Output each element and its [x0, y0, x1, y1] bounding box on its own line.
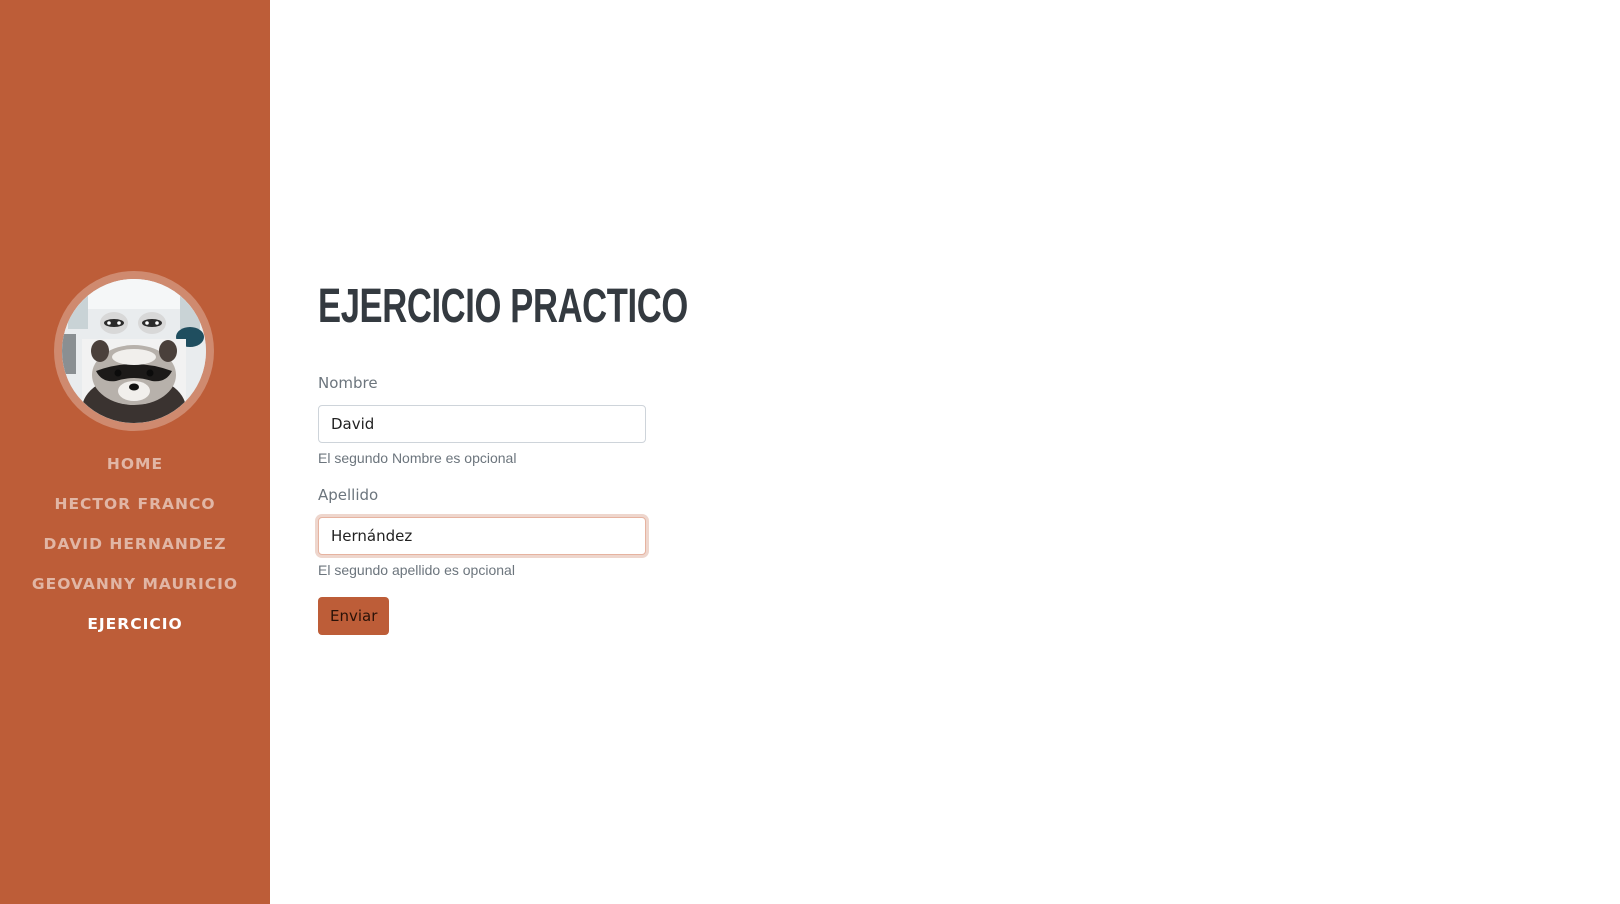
nav-link-david-hernandez[interactable]: DAVID HERNANDEZ: [44, 535, 227, 553]
nombre-label: Nombre: [318, 374, 378, 392]
nav-link-ejercicio[interactable]: EJERCICIO: [87, 615, 182, 633]
main-content: EJERCICIO PRACTICO Nombre El segundo Nom…: [318, 270, 1018, 635]
sidebar-nav: HOME HECTOR FRANCO DAVID HERNANDEZ GEOVA…: [0, 450, 270, 650]
apellido-input[interactable]: [318, 517, 646, 555]
nav-item-david-hernandez[interactable]: DAVID HERNANDEZ: [0, 530, 270, 570]
nombre-input[interactable]: [318, 405, 646, 443]
sidebar: HOME HECTOR FRANCO DAVID HERNANDEZ GEOVA…: [0, 0, 270, 904]
apellido-help-text: El segundo apellido es opcional: [318, 562, 515, 578]
avatar-ring: [54, 271, 214, 431]
nav-link-home[interactable]: HOME: [107, 455, 163, 473]
nav-item-geovanny-mauricio[interactable]: GEOVANNY MAURICIO: [0, 570, 270, 610]
apellido-label: Apellido: [318, 486, 379, 504]
nav-item-hector-franco[interactable]: HECTOR FRANCO: [0, 490, 270, 530]
nav-link-hector-franco[interactable]: HECTOR FRANCO: [54, 495, 215, 513]
nav-item-home[interactable]: HOME: [0, 450, 270, 490]
raccoon-photo-icon: [62, 279, 206, 423]
avatar: [62, 279, 206, 423]
name-form: Nombre El segundo Nombre es opcional Ape…: [318, 270, 1018, 670]
submit-button[interactable]: Enviar: [318, 597, 390, 635]
nombre-help-text: El segundo Nombre es opcional: [318, 450, 517, 466]
nav-item-ejercicio[interactable]: EJERCICIO: [0, 610, 270, 650]
nav-link-geovanny-mauricio[interactable]: GEOVANNY MAURICIO: [32, 575, 238, 593]
